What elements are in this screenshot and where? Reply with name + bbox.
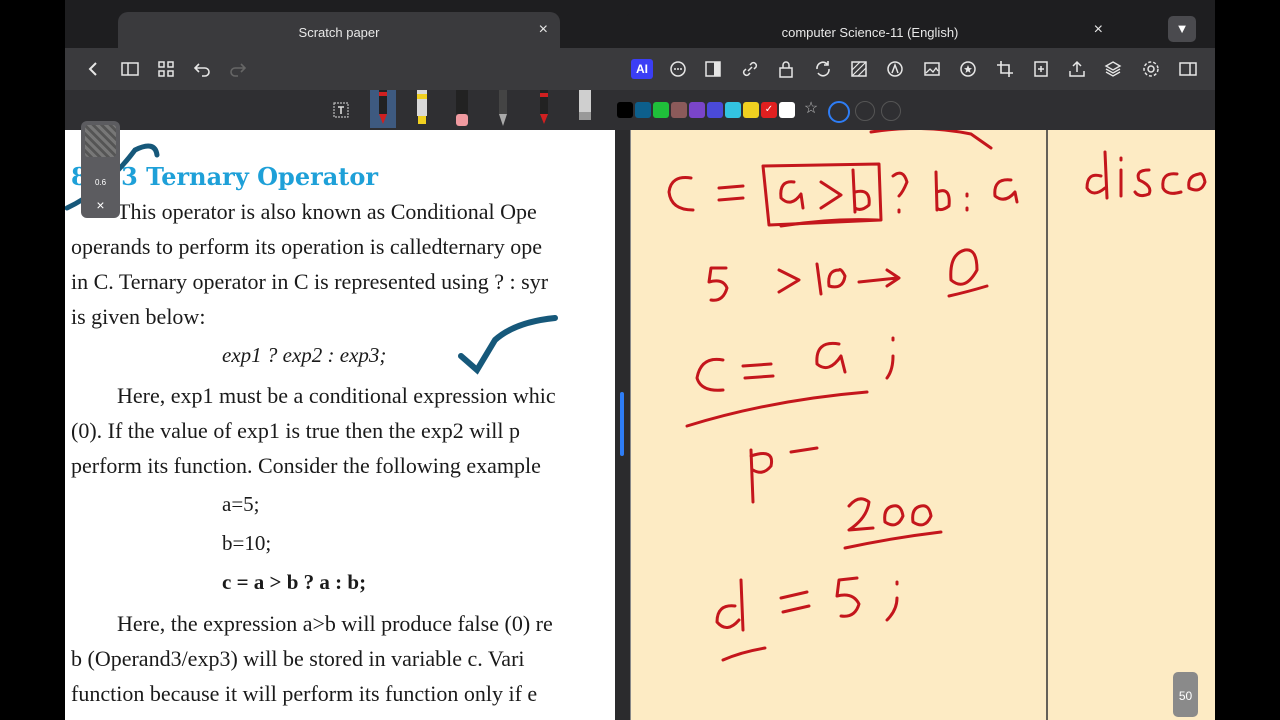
undo-icon[interactable]	[189, 56, 215, 82]
color-swatch-green[interactable]	[653, 102, 669, 118]
pen-preview	[85, 125, 116, 157]
doc-line: b (Operand3/exp3) will be stored in vari…	[71, 646, 525, 671]
code-line: a=5;	[222, 492, 260, 516]
color-swatch-red-selected[interactable]: ✓	[761, 102, 777, 118]
color-swatch-black[interactable]	[617, 102, 633, 118]
stroke-size-circle-1[interactable]	[828, 101, 850, 123]
grid-icon[interactable]	[153, 56, 179, 82]
code-line: c = a > b ? a : b;	[222, 570, 367, 594]
tab-title: computer Science-11 (English)	[781, 25, 959, 40]
handwriting-ink	[667, 130, 1207, 720]
pen-size-widget[interactable]: 0.6 ×	[81, 121, 120, 218]
color-swatch-cyan[interactable]	[725, 102, 741, 118]
doc-line: (0). If the value of exp1 is true then t…	[71, 418, 521, 443]
document-page[interactable]: 8.1.3 Ternary Operator This operator is …	[65, 130, 615, 720]
split-divider[interactable]	[615, 130, 629, 720]
color-swatch-yellow[interactable]	[743, 102, 759, 118]
link-icon[interactable]	[737, 56, 763, 82]
main-toolbar: AI	[65, 48, 1215, 90]
doc-line: This operator is also known as Condition…	[117, 199, 537, 224]
color-swatch-white[interactable]	[779, 102, 795, 118]
tab-scratch-paper[interactable]: Scratch paper ×	[118, 12, 560, 48]
divider-handle[interactable]	[620, 392, 624, 456]
color-swatch-purple[interactable]	[689, 102, 705, 118]
text-tool-icon[interactable]	[328, 97, 354, 123]
back-icon[interactable]	[81, 56, 107, 82]
close-icon[interactable]: ×	[81, 197, 120, 213]
tab-computer-science[interactable]: computer Science-11 (English) ×	[625, 12, 1115, 48]
pattern-icon[interactable]	[846, 56, 872, 82]
close-icon[interactable]: ×	[539, 21, 548, 39]
app-window: Scratch paper × computer Science-11 (Eng…	[65, 0, 1215, 720]
doc-line: function because it will perform its fun…	[71, 681, 538, 706]
sidebar-icon[interactable]	[117, 56, 143, 82]
color-swatch-teal[interactable]	[635, 102, 651, 118]
settings-icon[interactable]	[1138, 56, 1164, 82]
sync-icon[interactable]	[810, 56, 836, 82]
stroke-size-circle-2[interactable]	[855, 101, 875, 121]
doc-line: Here, exp1 must be a conditional express…	[117, 383, 556, 408]
marker-pink-icon[interactable]	[452, 90, 472, 128]
image-icon[interactable]	[919, 56, 945, 82]
syntax-line: exp1 ? exp2 : exp3;	[222, 343, 387, 367]
doc-line: Here, the expression a>b will produce fa…	[117, 611, 553, 636]
export-icon[interactable]	[1064, 56, 1090, 82]
eraser-icon[interactable]	[575, 90, 595, 128]
shape-icon[interactable]	[882, 56, 908, 82]
panel-icon[interactable]	[1175, 56, 1201, 82]
tab-title: Scratch paper	[298, 25, 380, 40]
add-page-icon[interactable]	[1028, 56, 1054, 82]
close-icon[interactable]: ×	[1094, 21, 1103, 39]
chat-icon[interactable]	[665, 56, 691, 82]
pen-red-icon[interactable]	[370, 90, 396, 128]
code-line: b=10;	[222, 531, 272, 555]
doc-line: is given below:	[71, 304, 206, 329]
tab-dropdown-icon[interactable]: ▼	[1168, 16, 1196, 42]
page-view-icon[interactable]	[700, 56, 726, 82]
sticker-icon[interactable]	[955, 56, 981, 82]
lock-icon[interactable]	[773, 56, 799, 82]
scratch-paper-canvas[interactable]	[630, 130, 1215, 720]
color-swatch-indigo[interactable]	[707, 102, 723, 118]
pen-toolbar: ✓ ☆	[65, 90, 1215, 130]
redo-icon[interactable]	[225, 56, 251, 82]
pencil-icon[interactable]	[493, 90, 513, 128]
layers-icon[interactable]	[1100, 56, 1126, 82]
pen-red-2-icon[interactable]	[534, 90, 554, 128]
crop-icon[interactable]	[992, 56, 1018, 82]
color-swatch-brown[interactable]	[671, 102, 687, 118]
highlighter-yellow-icon[interactable]	[412, 90, 432, 128]
ai-icon[interactable]: AI	[631, 59, 653, 79]
stroke-size-circle-3[interactable]	[881, 101, 901, 121]
favorite-star-icon[interactable]: ☆	[798, 96, 824, 122]
pen-size-label: 0.6	[94, 178, 107, 187]
doc-line: in C. Ternary operator in C is represent…	[71, 269, 549, 294]
tab-bar: Scratch paper × computer Science-11 (Eng…	[65, 0, 1215, 48]
page-number-badge[interactable]: 50	[1173, 672, 1198, 717]
doc-line: perform its function. Consider the follo…	[71, 453, 541, 478]
doc-line: operands to perform its operation is cal…	[71, 234, 543, 259]
